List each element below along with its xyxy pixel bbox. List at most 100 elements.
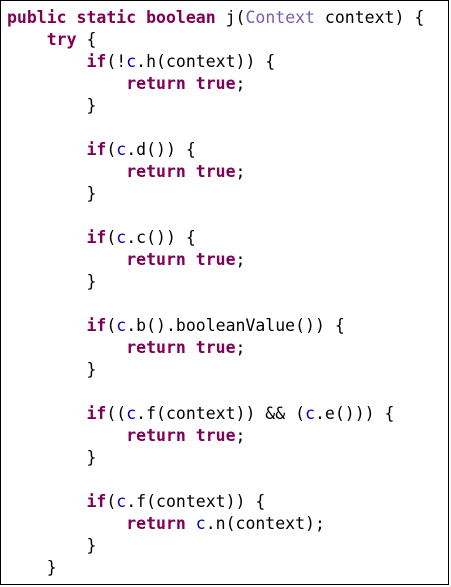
code-keyword: if — [86, 140, 107, 159]
code-keyword: static — [76, 8, 137, 27]
code-text: { — [76, 30, 97, 49]
code-keyword: true — [195, 74, 236, 93]
code-line: } — [7, 271, 442, 293]
code-keyword: true — [195, 426, 236, 445]
code-text: ( — [106, 228, 117, 247]
code-line: return true; — [7, 249, 442, 271]
code-line: if(!c.h(context)) { — [7, 51, 442, 73]
code-keyword: if — [86, 52, 107, 71]
code-text: ( — [106, 316, 117, 335]
code-line: if(c.d()) { — [7, 139, 442, 161]
code-text: j( — [215, 8, 246, 27]
code-text: ( — [106, 492, 117, 511]
code-snippet-frame: public static boolean j(Context context)… — [0, 0, 449, 585]
code-text: .e())) { — [315, 404, 395, 423]
code-text: } — [7, 558, 57, 577]
code-text: } — [7, 448, 97, 467]
code-field: c — [305, 404, 315, 423]
code-text: ; — [235, 338, 246, 357]
code-text: } — [7, 360, 97, 379]
code-text: (! — [106, 52, 127, 71]
code-line: return true; — [7, 425, 442, 447]
code-keyword: return — [126, 162, 186, 181]
code-line: try { — [7, 29, 442, 51]
code-line: } — [7, 359, 442, 381]
code-field: c — [126, 404, 137, 423]
code-keyword: return — [126, 74, 186, 93]
code-keyword: if — [86, 228, 107, 247]
code-keyword: if — [86, 492, 107, 511]
code-keyword: true — [195, 338, 236, 357]
code-line: if(c.c()) { — [7, 227, 442, 249]
code-line: } — [7, 535, 442, 557]
code-field: c — [195, 514, 206, 533]
code-keyword: return — [126, 514, 186, 533]
code-keyword: true — [195, 162, 236, 181]
code-keyword: public — [7, 8, 67, 27]
code-text: .d()) { — [126, 140, 196, 159]
code-field: c — [116, 140, 127, 159]
code-line: return c.n(context); — [7, 513, 442, 535]
code-line: public static boolean j(Context context)… — [7, 7, 442, 29]
code-line: if((c.f(context)) && (c.e())) { — [7, 403, 442, 425]
code-text: .h(context)) { — [136, 52, 276, 71]
code-text: ; — [235, 250, 246, 269]
code-line: } — [7, 183, 442, 205]
code-text: context) { — [315, 8, 425, 27]
code-keyword: try — [46, 30, 77, 49]
code-keyword: true — [195, 250, 236, 269]
code-text: (( — [106, 404, 127, 423]
code-keyword: return — [126, 426, 186, 445]
code-field: c — [126, 52, 137, 71]
code-line: } — [7, 95, 442, 117]
code-block: public static boolean j(Context context)… — [7, 7, 442, 579]
code-text: } — [7, 96, 97, 115]
code-line: } — [7, 447, 442, 469]
code-keyword: if — [86, 404, 107, 423]
code-text: } — [7, 272, 97, 291]
code-line: if(c.f(context)) { — [7, 491, 442, 513]
code-text: ; — [235, 426, 246, 445]
code-text: .f(context)) { — [126, 492, 266, 511]
code-line: return true; — [7, 161, 442, 183]
code-line: } — [7, 557, 442, 579]
code-line: return true; — [7, 337, 442, 359]
code-type: Context — [245, 8, 315, 27]
code-text: ; — [235, 74, 246, 93]
code-keyword: boolean — [146, 8, 216, 27]
code-field: c — [116, 316, 127, 335]
code-text: ; — [235, 162, 246, 181]
code-text: } — [7, 536, 97, 555]
code-text: } — [7, 184, 97, 203]
code-line: if(c.b().booleanValue()) { — [7, 315, 442, 337]
code-line: return true; — [7, 73, 442, 95]
code-field: c — [116, 228, 127, 247]
code-text: .n(context); — [205, 514, 325, 533]
code-text: .b().booleanValue()) { — [126, 316, 345, 335]
code-field: c — [116, 492, 127, 511]
